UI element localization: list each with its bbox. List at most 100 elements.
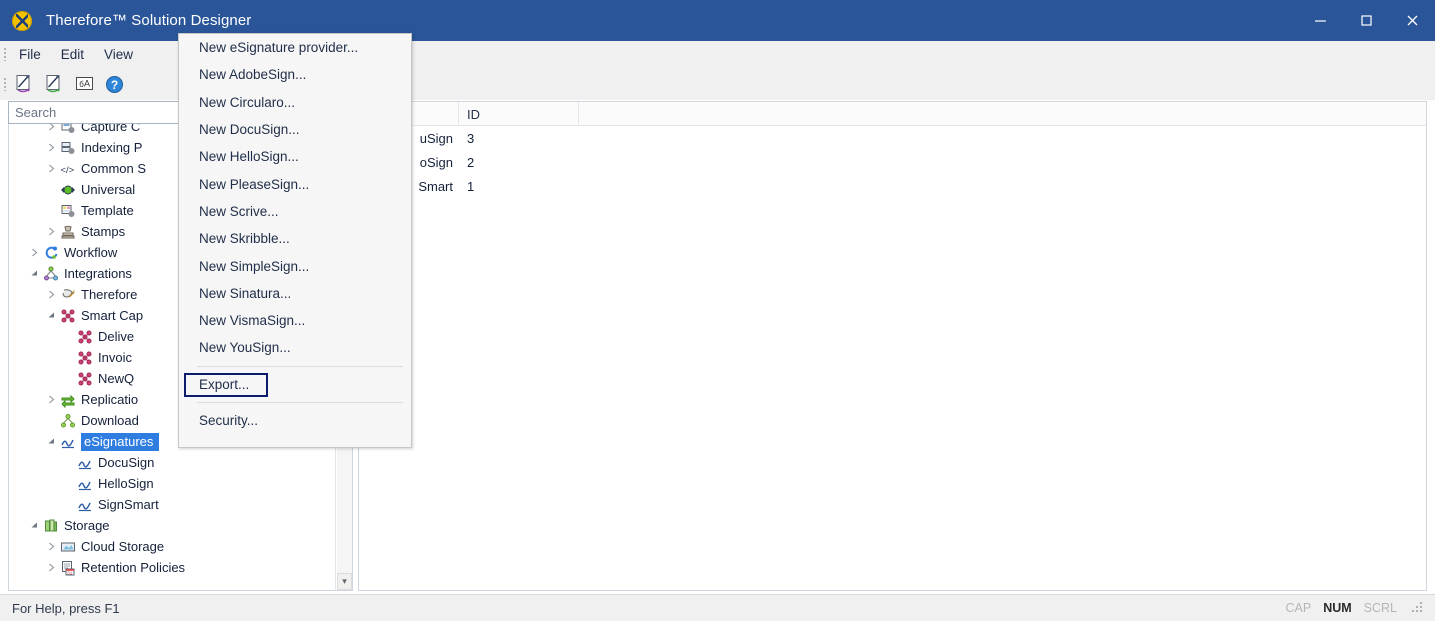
universal-icon — [58, 181, 78, 199]
cloud-storage-icon — [58, 538, 78, 556]
menubar-grip[interactable] — [0, 41, 9, 68]
esignature-icon — [75, 454, 95, 472]
menu-item-label: Export... — [199, 376, 250, 392]
tree-scroll-down-icon[interactable]: ▾ — [337, 573, 352, 590]
menu-item[interactable]: New PleaseSign... — [179, 170, 411, 197]
menu-item[interactable]: New Sinatura... — [179, 280, 411, 307]
open-solution-icon[interactable] — [39, 71, 69, 97]
menu-separator — [197, 365, 403, 367]
minimize-icon[interactable] — [1297, 0, 1343, 41]
cell-id: 1 — [467, 178, 475, 194]
tree-twisty-expanded[interactable] — [28, 515, 41, 536]
tree-node-label: SignSmart — [98, 497, 159, 512]
list-header: ID — [359, 102, 1426, 126]
menu-item[interactable]: Security... — [179, 407, 411, 434]
tree-node-label: Therefore — [81, 287, 138, 302]
menu-item-label: New Skribble... — [199, 231, 290, 247]
status-indicators: CAP NUM SCRL — [1285, 601, 1425, 615]
menu-item[interactable]: New DocuSign... — [179, 116, 411, 143]
tree-twisty-collapsed[interactable] — [28, 242, 41, 263]
tree-twisty-none — [45, 200, 58, 221]
menu-item[interactable]: New AdobeSign... — [179, 61, 411, 88]
tree-node[interactable]: HelloSign — [9, 473, 339, 494]
tree-node-label: Capture C — [81, 124, 141, 134]
tree-node-label: Smart Cap — [81, 308, 144, 323]
tree-twisty-none — [62, 473, 75, 494]
tree-twisty-expanded[interactable] — [45, 305, 58, 326]
svg-text:31: 31 — [67, 570, 73, 575]
tree-twisty-none — [45, 410, 58, 431]
menu-item[interactable]: New Skribble... — [179, 225, 411, 252]
tree-node[interactable]: 31 Retention Policies — [9, 557, 339, 578]
toolbar-grip[interactable] — [0, 71, 9, 98]
status-cap: CAP — [1285, 601, 1312, 615]
code-icon: </> — [58, 160, 78, 178]
integrations-icon — [41, 265, 61, 283]
esignature-icon — [75, 496, 95, 514]
menu-item[interactable]: New Circularo... — [179, 89, 411, 116]
tree-node-label: Replicatio — [81, 392, 139, 407]
esignature-icon — [58, 433, 78, 451]
tree-twisty-collapsed[interactable] — [45, 137, 58, 158]
smart-capture-icon — [75, 349, 95, 367]
tree-node-label: DocuSign — [98, 455, 155, 470]
close-icon[interactable] — [1389, 0, 1435, 41]
menu-item-label: New YouSign... — [199, 340, 291, 356]
new-solution-icon[interactable] — [9, 71, 39, 97]
tree-twisty-collapsed[interactable] — [45, 536, 58, 557]
tree-twisty-collapsed[interactable] — [45, 158, 58, 179]
menu-item[interactable]: New eSignature provider... — [179, 34, 411, 61]
list-body: uSign 3 oSign 2 Smart 1 — [359, 126, 1426, 198]
indexing-icon — [58, 139, 78, 157]
maximize-icon[interactable] — [1343, 0, 1389, 41]
tree-node[interactable]: DocuSign — [9, 452, 339, 473]
menu-view[interactable]: View — [94, 43, 143, 66]
tree-node[interactable]: SignSmart — [9, 494, 339, 515]
menu-item-label: New VismaSign... — [199, 313, 306, 329]
tree-node-label: Storage — [64, 518, 110, 533]
menu-item-label: New AdobeSign... — [199, 67, 307, 83]
menu-item[interactable]: Export... — [179, 371, 411, 398]
table-row[interactable]: oSign 2 — [359, 150, 1426, 174]
smart-capture-icon — [75, 370, 95, 388]
smart-capture-icon — [58, 307, 78, 325]
providers-list-view: ID uSign 3 oSign 2 Smart 1 — [358, 101, 1427, 591]
column-header-id[interactable]: ID — [459, 102, 579, 126]
menu-item-label: New eSignature provider... — [199, 40, 359, 56]
tree-node-label: Integrations — [64, 266, 132, 281]
tree-twisty-collapsed[interactable] — [45, 221, 58, 242]
menu-item-label: New Circularo... — [199, 94, 296, 110]
table-row[interactable]: uSign 3 — [359, 126, 1426, 150]
capture-icon — [58, 124, 78, 136]
tree-node[interactable]: Storage — [9, 515, 339, 536]
tree-twisty-collapsed[interactable] — [45, 557, 58, 578]
menu-item[interactable]: New Scrive... — [179, 198, 411, 225]
svg-text:</>: </> — [61, 165, 75, 176]
tree-twisty-none — [45, 179, 58, 200]
smart-capture-icon — [75, 328, 95, 346]
status-bar: For Help, press F1 CAP NUM SCRL — [0, 594, 1435, 621]
menu-item[interactable]: New SimpleSign... — [179, 252, 411, 279]
menu-item[interactable]: New YouSign... — [179, 334, 411, 361]
menu-edit[interactable]: Edit — [51, 43, 94, 66]
tree-node[interactable]: Cloud Storage — [9, 536, 339, 557]
tree-twisty-collapsed[interactable] — [45, 389, 58, 410]
translation-icon[interactable]: б A — [69, 71, 99, 97]
tree-twisty-expanded[interactable] — [45, 431, 58, 452]
menu-item-label: New SimpleSign... — [199, 258, 310, 274]
table-row[interactable]: Smart 1 — [359, 174, 1426, 198]
help-icon[interactable]: ? — [99, 71, 129, 97]
window-controls — [1297, 0, 1435, 41]
therefore-app-icon — [12, 10, 32, 31]
svg-text:A: A — [84, 79, 90, 89]
menu-file[interactable]: File — [9, 43, 51, 66]
workflow-icon — [41, 244, 61, 262]
tree-node-label: Invoic — [98, 350, 132, 365]
tree-twisty-collapsed[interactable] — [45, 124, 58, 137]
window-resize-grip[interactable] — [1411, 601, 1425, 615]
tree-twisty-collapsed[interactable] — [45, 284, 58, 305]
tree-twisty-expanded[interactable] — [28, 263, 41, 284]
menu-item[interactable]: New VismaSign... — [179, 307, 411, 334]
menu-item[interactable]: New HelloSign... — [179, 143, 411, 170]
application-window: Therefore™ Solution Designer File Edit V… — [0, 0, 1435, 621]
